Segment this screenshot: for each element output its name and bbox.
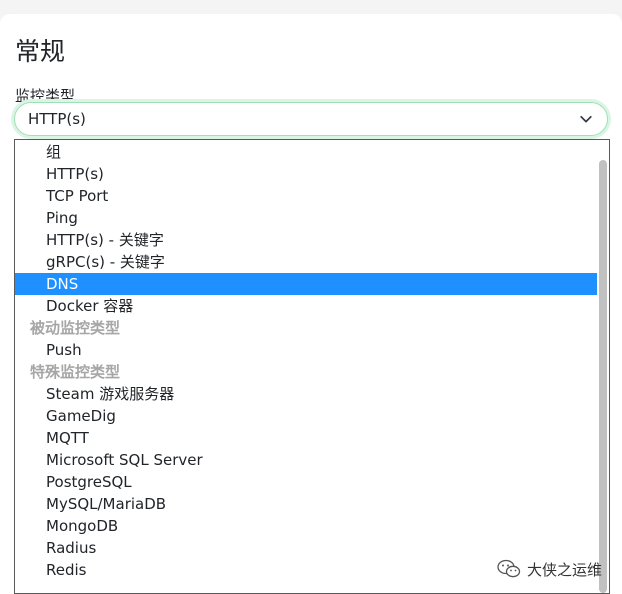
dropdown-option[interactable]: PostgreSQL <box>15 471 599 493</box>
option-group-label: 特殊监控类型 <box>30 363 121 381</box>
scrollbar-thumb[interactable] <box>599 160 607 593</box>
dropdown-option[interactable]: Steam 游戏服务器 <box>15 383 599 405</box>
dropdown-option[interactable]: Push <box>15 339 599 361</box>
dropdown-option[interactable]: gRPC(s) - 关键字 <box>15 251 599 273</box>
monitor-type-select[interactable]: HTTP(s) <box>14 102 608 136</box>
dropdown-option[interactable]: MySQL/MariaDB <box>15 493 599 515</box>
wechat-icon <box>497 559 521 578</box>
dropdown-option[interactable]: GameDig <box>15 405 599 427</box>
monitor-type-dropdown[interactable]: 组 HTTP(s) TCP Port Ping HTTP(s) - 关键字 gRPC(s)… <box>14 139 610 594</box>
dropdown-option[interactable]: HTTP(s) - 关键字 <box>15 229 599 251</box>
option-list: 组 HTTP(s) TCP Port Ping HTTP(s) - 关键字 gRPC(s)… <box>15 141 599 581</box>
dropdown-option[interactable]: Microsoft SQL Server <box>15 449 599 471</box>
dropdown-option[interactable]: 组 <box>15 141 599 163</box>
dropdown-option[interactable]: MQTT <box>15 427 599 449</box>
watermark: 大侠之运维 <box>497 556 602 582</box>
scrollbar-track[interactable] <box>597 140 609 593</box>
dropdown-option[interactable]: MongoDB <box>15 515 599 537</box>
option-group-label: 被动监控类型 <box>30 319 121 337</box>
dropdown-option[interactable]: TCP Port <box>15 185 599 207</box>
select-value: HTTP(s) <box>28 110 86 128</box>
section-title: 常规 <box>15 37 66 66</box>
chevron-down-icon <box>580 115 592 123</box>
watermark-text: 大侠之运维 <box>527 560 603 579</box>
dropdown-option[interactable]: Docker 容器 <box>15 295 599 317</box>
dropdown-option[interactable]: HTTP(s) <box>15 163 599 185</box>
dropdown-option-selected[interactable]: DNS <box>15 273 599 295</box>
dropdown-option[interactable]: Ping <box>15 207 599 229</box>
